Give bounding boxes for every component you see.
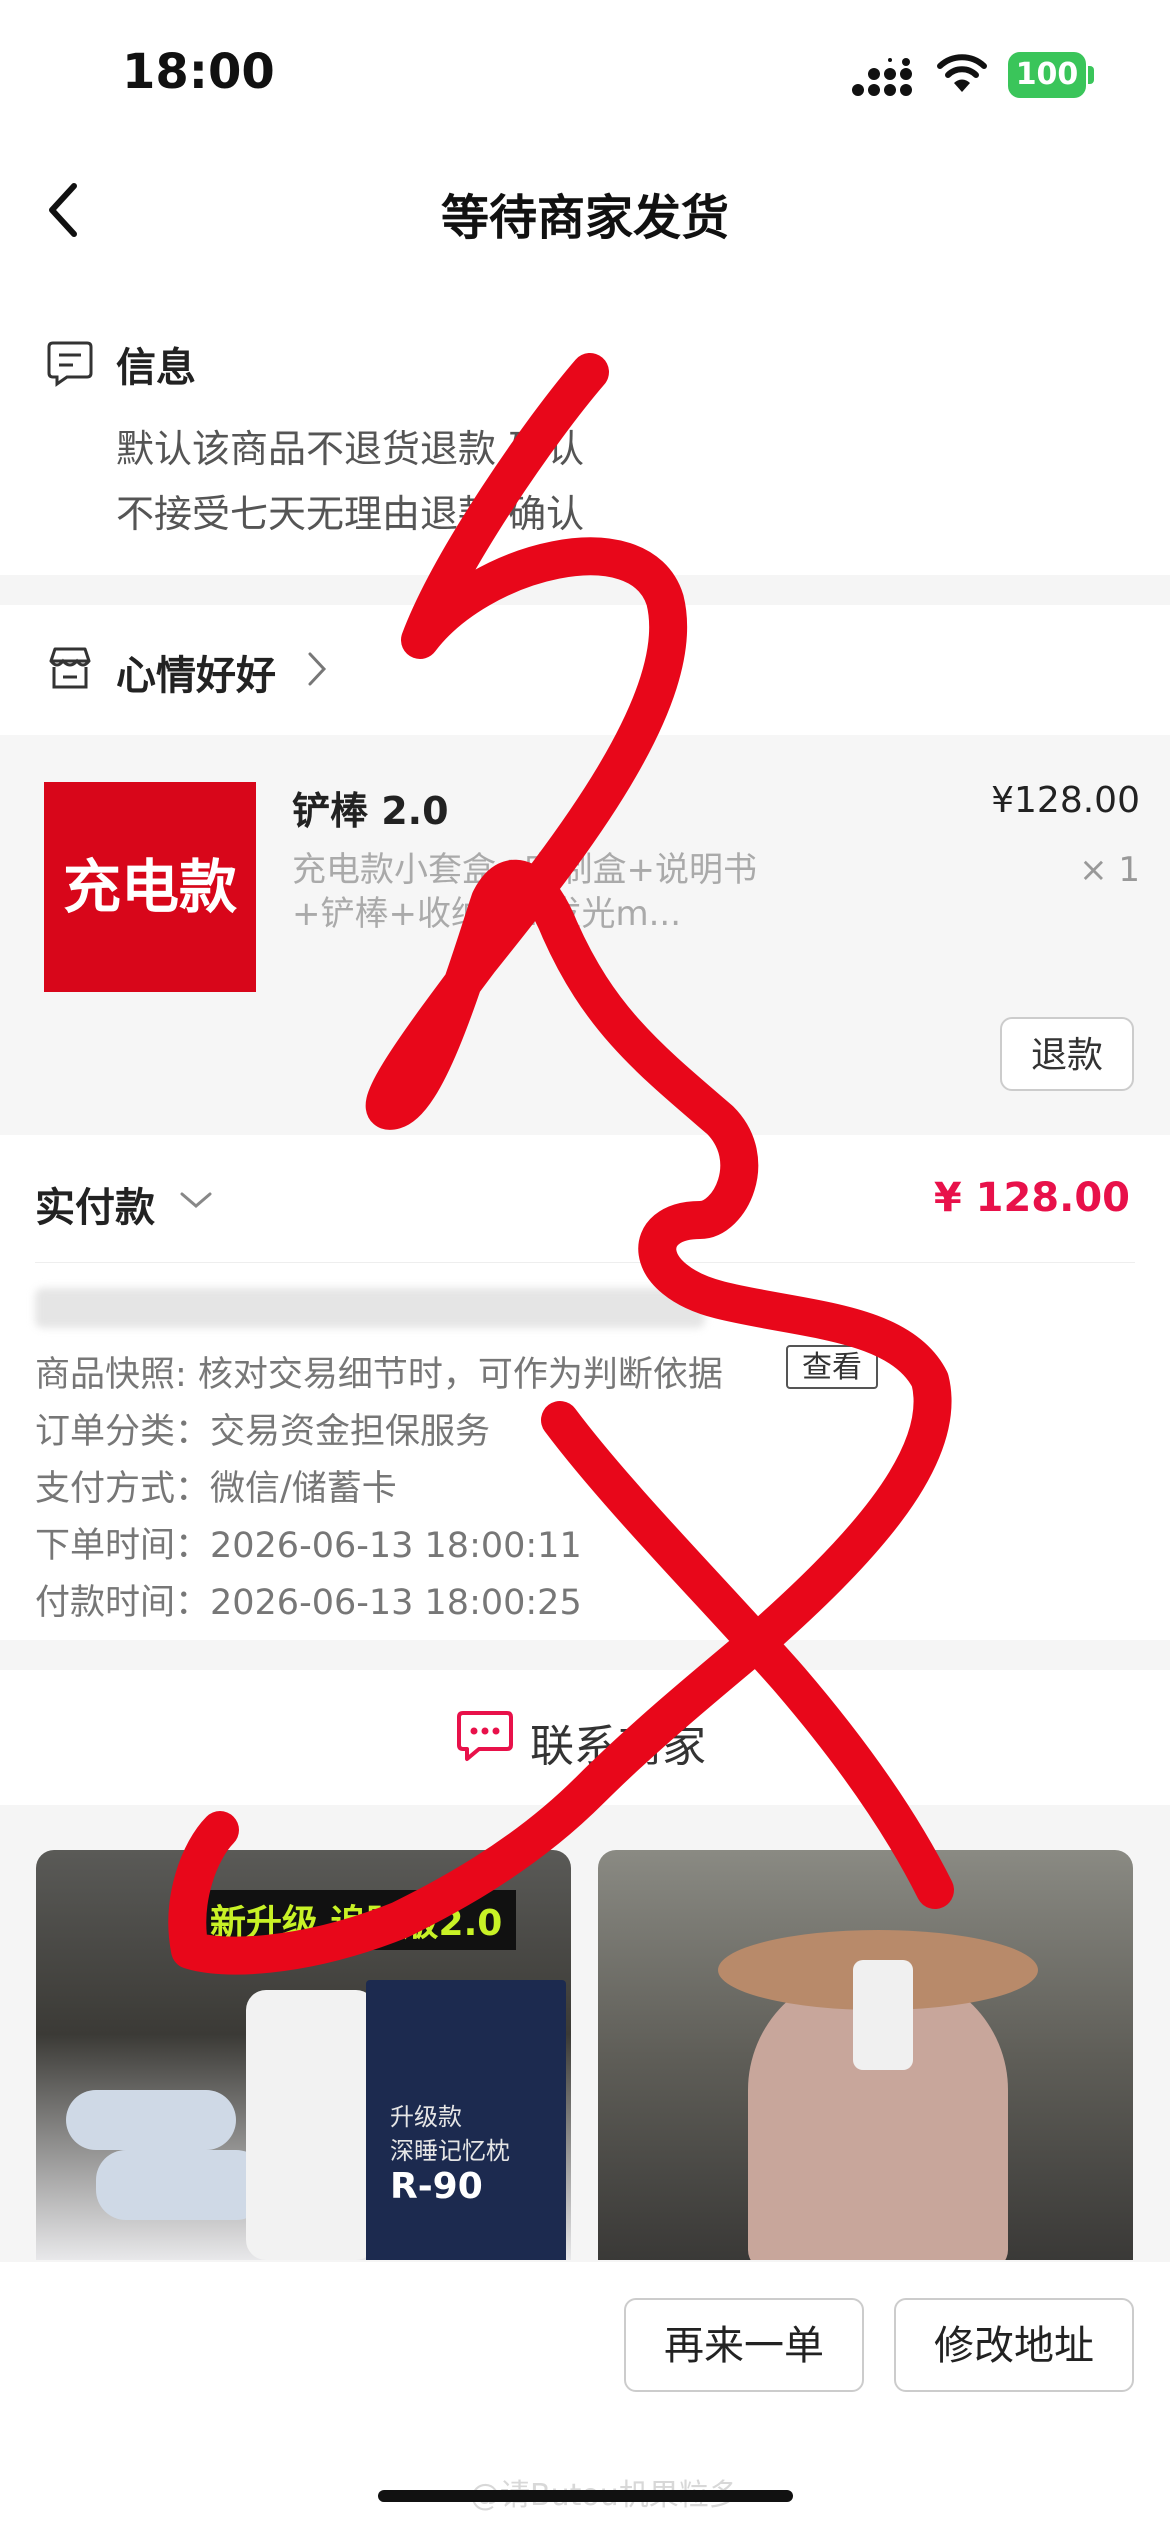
order-time-line: 下单时间：2026-06-13 18:00:11	[35, 1526, 582, 1566]
pillow-image	[96, 2150, 266, 2220]
divider	[35, 1262, 1135, 1263]
modify-address-button[interactable]: 修改地址	[894, 2298, 1134, 2392]
recommended-product-card[interactable]: 新升级 追踪版2.0 升级款 深睡记忆枕 R-90	[36, 1850, 571, 2260]
snapshot-line: 商品快照: 核对交易细节时，可作为判断依据	[35, 1355, 723, 1395]
product-quantity: × 1	[1079, 850, 1140, 890]
contact-merchant-label[interactable]: 联系商家	[530, 1710, 706, 1774]
battery-indicator: 100	[1008, 52, 1086, 98]
wifi-icon	[937, 54, 987, 92]
product-bottle-image	[246, 1990, 376, 2260]
refund-button[interactable]: 退款	[1000, 1017, 1134, 1091]
chevron-down-icon[interactable]	[178, 1188, 214, 1212]
info-line-no-seven-day: 不接受七天无理由退款 确认	[116, 492, 585, 536]
order-number-redacted	[35, 1288, 705, 1328]
recommended-product-card[interactable]	[598, 1850, 1133, 2260]
box-text-upgrade: 升级款 深睡记忆枕	[390, 2103, 510, 2165]
pillow-image	[66, 2090, 236, 2150]
product-spec: 充电款小套盒+定制盒+说明书+铲棒+收纳袋+发光m...	[292, 850, 757, 934]
info-message-icon	[47, 341, 93, 387]
product-box-image: 升级款 深睡记忆枕 R-90	[366, 1980, 566, 2260]
paid-time-line: 付款时间：2026-06-13 18:00:25	[35, 1583, 582, 1623]
signal-icon	[852, 58, 912, 96]
recommend-banner: 新升级 追踪版2.0	[196, 1890, 517, 1950]
product-thumbnail[interactable]: 充电款	[44, 782, 256, 992]
reorder-button[interactable]: 再来一单	[624, 2298, 864, 2392]
box-model: R-90	[390, 2166, 483, 2207]
product-price: ¥128.00	[991, 780, 1140, 821]
paid-amount: ¥ 128.00	[933, 1175, 1130, 1221]
status-time: 18:00	[122, 44, 275, 100]
battery-tip	[1088, 66, 1094, 84]
paid-amount-label[interactable]: 实付款	[35, 1175, 155, 1233]
chevron-right-icon	[308, 652, 327, 686]
phone-image	[853, 1960, 913, 2070]
shop-name[interactable]: 心情好好	[116, 643, 276, 701]
order-type-line: 订单分类：交易资金担保服务	[35, 1412, 491, 1452]
pay-method-line: 支付方式：微信/储蓄卡	[35, 1469, 397, 1509]
chat-icon	[457, 1711, 513, 1761]
product-name: 铲棒 2.0	[292, 789, 449, 833]
info-line-no-return: 默认该商品不退货退款 确认	[116, 427, 585, 471]
shop-icon	[49, 647, 91, 689]
info-title: 信息	[116, 345, 196, 391]
view-snapshot-button[interactable]: 查看	[786, 1345, 878, 1389]
home-indicator[interactable]	[378, 2490, 793, 2502]
page-title: 等待商家发货	[440, 190, 729, 246]
